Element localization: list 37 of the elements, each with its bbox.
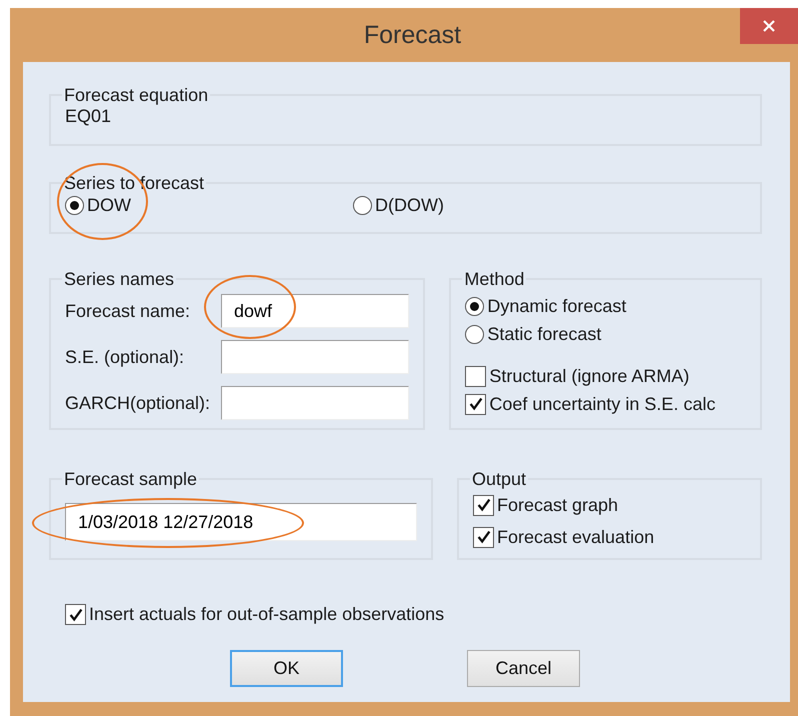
radio-button[interactable] [65,196,84,215]
group-label: Series to forecast [63,174,206,192]
radio-button[interactable] [353,196,372,215]
checkbox[interactable] [473,526,494,548]
group-label: Method [463,270,526,288]
option-label: Insert actuals for out-of-sample observations [89,604,444,625]
group-label: Forecast sample [63,470,198,488]
group-label: Output [471,470,528,488]
equation-name: EQ01 [65,106,112,127]
checkbox[interactable] [65,604,86,625]
input-field[interactable] [221,340,409,374]
close-button[interactable] [740,8,798,44]
option-label: Coef uncertainty in S.E. calc [489,394,716,414]
checkbox[interactable] [465,394,486,414]
radio-button[interactable] [465,296,484,316]
group-label: Series names [63,270,176,288]
option-label: Forecast evaluation [497,526,654,548]
dialog-button[interactable]: Cancel [467,650,580,687]
dialog-button[interactable]: OK [230,650,343,687]
field-label: Forecast name: [65,300,192,322]
option-label: Dynamic forecast [487,296,626,316]
field-label: S.E. (optional): [65,346,186,368]
option-label: Structural (ignore ARMA) [489,366,690,386]
group-label: Forecast equation [63,86,210,104]
input-field[interactable] [221,386,409,420]
window-title: Forecast [364,20,462,50]
checkbox[interactable] [465,366,486,386]
close-icon [762,19,776,33]
option-label: Forecast graph [497,494,618,516]
field-label: GARCH(optional): [65,392,212,414]
option-label: D(DOW) [375,195,444,216]
radio-button[interactable] [465,324,484,344]
option-label: Static forecast [487,324,602,344]
sample-input[interactable]: 1/03/2018 12/27/2018 [65,503,417,541]
option-label: DOW [87,195,131,216]
checkbox[interactable] [473,494,494,516]
input-field[interactable]: dowf [221,294,409,328]
